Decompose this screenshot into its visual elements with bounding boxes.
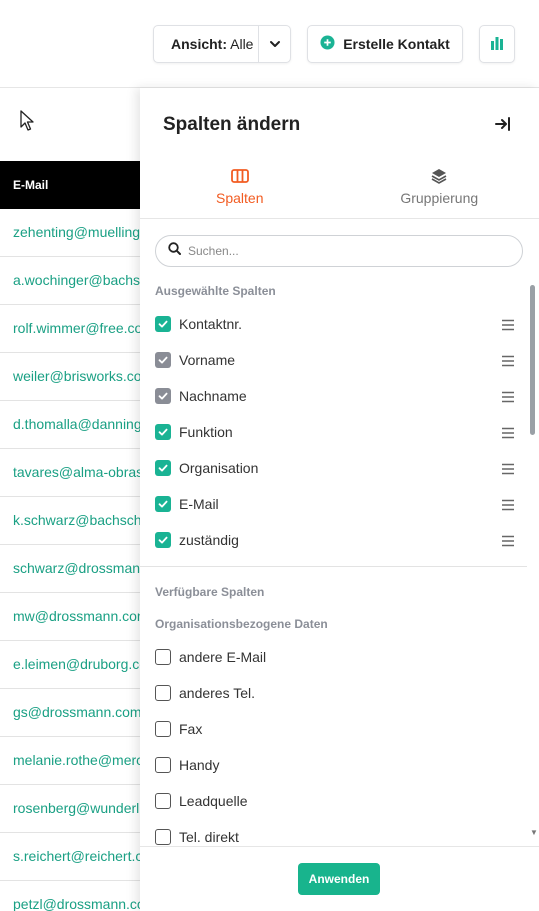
available-columns-heading: Verfügbare Spalten (155, 585, 265, 599)
panel-tabs: Spalten Gruppierung (140, 168, 539, 219)
panel-footer: Anwenden (140, 846, 539, 911)
selected-column-item[interactable]: Funktion (155, 414, 515, 450)
table-row-email[interactable]: gs@drossmann.com (0, 689, 140, 737)
selected-column-item[interactable]: Kontaktnr. (155, 306, 515, 342)
table-row-email[interactable]: rosenberg@wunderl (0, 785, 140, 833)
table-row-email[interactable]: e.leimen@druborg.co (0, 641, 140, 689)
search-input[interactable] (188, 244, 488, 258)
drag-handle-icon[interactable] (501, 354, 515, 370)
table-row-email[interactable]: mw@drossmann.con (0, 593, 140, 641)
available-column-item[interactable]: Handy (155, 747, 515, 783)
column-label: Nachname (179, 388, 247, 404)
checkbox-unchecked[interactable] (155, 829, 171, 845)
selected-column-item[interactable]: Organisation (155, 450, 515, 486)
column-label: zuständig (179, 532, 239, 548)
column-label: andere E-Mail (179, 649, 267, 665)
selected-columns-heading: Ausgewählte Spalten (155, 284, 276, 298)
table-row-email[interactable]: a.wochinger@bachs (0, 257, 140, 305)
checkbox-checked[interactable] (155, 388, 171, 404)
column-label: Kontaktnr. (179, 316, 243, 332)
column-label: Vorname (179, 352, 236, 368)
column-settings-panel: Spalten ändern Spalten Gruppierung Ausge… (140, 88, 539, 911)
selected-column-item[interactable]: E-Mail (155, 486, 515, 522)
table-row-email[interactable]: zehenting@muelling (0, 209, 140, 257)
bar-chart-icon (489, 35, 505, 54)
column-label: Tel. direkt (179, 829, 239, 845)
drag-handle-icon[interactable] (501, 534, 515, 550)
column-label: Leadquelle (179, 793, 248, 809)
available-column-item[interactable]: Tel. direkt (155, 819, 515, 846)
table-row-email[interactable]: schwarz@drossman (0, 545, 140, 593)
tab-spalten[interactable]: Spalten (140, 168, 340, 218)
checkbox-checked[interactable] (155, 316, 171, 332)
column-label: anderes Tel. (179, 685, 256, 701)
chevron-down-icon[interactable] (259, 37, 290, 51)
column-label: Funktion (179, 424, 233, 440)
checkbox-unchecked[interactable] (155, 685, 171, 701)
column-search[interactable] (155, 235, 523, 267)
apply-button[interactable]: Anwenden (298, 863, 380, 895)
checkbox-unchecked[interactable] (155, 649, 171, 665)
view-select-label: Ansicht: Alle (171, 36, 254, 52)
available-columns-list: andere E-Mail anderes Tel. Fax Handy Leadque… (155, 639, 515, 846)
create-contact-button[interactable]: Erstelle Kontakt (307, 25, 463, 63)
table-row-email[interactable]: weiler@brisworks.co (0, 353, 140, 401)
view-select[interactable]: Ansicht: Alle (153, 25, 291, 63)
table-row-email[interactable]: petzl@drossmann.cc (0, 881, 140, 911)
table-row-email[interactable]: tavares@alma-obras (0, 449, 140, 497)
checkbox-unchecked[interactable] (155, 721, 171, 737)
available-column-item[interactable]: Fax (155, 711, 515, 747)
tab-gruppierung-label: Gruppierung (400, 190, 479, 206)
table-row-email[interactable]: s.reichert@reichert.c (0, 833, 140, 881)
statistics-button[interactable] (479, 25, 515, 63)
column-header-email[interactable]: E-Mail (0, 161, 140, 209)
column-label: E-Mail (179, 496, 219, 512)
section-divider (140, 566, 527, 567)
drag-handle-icon[interactable] (501, 318, 515, 334)
table-row-email[interactable]: d.thomalla@danning (0, 401, 140, 449)
checkbox-checked[interactable] (155, 532, 171, 548)
top-toolbar: Ansicht: Alle Erstelle Kontakt (0, 0, 539, 88)
selected-column-item[interactable]: Nachname (155, 378, 515, 414)
mouse-cursor-icon (20, 110, 36, 137)
org-data-heading: Organisationsbezogene Daten (155, 617, 328, 631)
column-label: Handy (179, 757, 220, 773)
checkbox-unchecked[interactable] (155, 793, 171, 809)
selected-columns-list: Kontaktnr. Vorname Nachname Funktion Organis… (155, 306, 515, 558)
drag-handle-icon[interactable] (501, 426, 515, 442)
selected-column-item[interactable]: Vorname (155, 342, 515, 378)
tab-spalten-label: Spalten (216, 190, 264, 206)
scroll-down-arrow-icon[interactable]: ▼ (530, 828, 538, 837)
collapse-panel-icon[interactable] (494, 115, 512, 138)
panel-title: Spalten ändern (163, 114, 301, 135)
checkbox-checked[interactable] (155, 460, 171, 476)
plus-circle-icon (320, 35, 335, 53)
table-row-email[interactable]: melanie.rothe@merc (0, 737, 140, 785)
columns-icon (230, 168, 249, 190)
table-row-email[interactable]: rolf.wimmer@free.co (0, 305, 140, 353)
tab-gruppierung[interactable]: Gruppierung (340, 168, 539, 218)
available-column-item[interactable]: anderes Tel. (155, 675, 515, 711)
column-label: Organisation (179, 460, 259, 476)
create-contact-label: Erstelle Kontakt (343, 36, 450, 52)
available-column-item[interactable]: andere E-Mail (155, 639, 515, 675)
drag-handle-icon[interactable] (501, 498, 515, 514)
drag-handle-icon[interactable] (501, 390, 515, 406)
table-row-email[interactable]: k.schwarz@bachsch (0, 497, 140, 545)
drag-handle-icon[interactable] (501, 462, 515, 478)
layers-icon (431, 168, 447, 190)
available-column-item[interactable]: Leadquelle (155, 783, 515, 819)
scrollbar-thumb[interactable] (530, 285, 535, 435)
search-icon (168, 242, 181, 260)
checkbox-unchecked[interactable] (155, 757, 171, 773)
column-label: Fax (179, 721, 203, 737)
checkbox-checked[interactable] (155, 352, 171, 368)
checkbox-checked[interactable] (155, 496, 171, 512)
selected-column-item[interactable]: zuständig (155, 522, 515, 558)
table-rows: zehenting@muelling a.wochinger@bachs rolf.… (0, 209, 140, 911)
contacts-table: E-Mail zehenting@muelling a.wochinger@bac… (0, 88, 140, 911)
checkbox-checked[interactable] (155, 424, 171, 440)
